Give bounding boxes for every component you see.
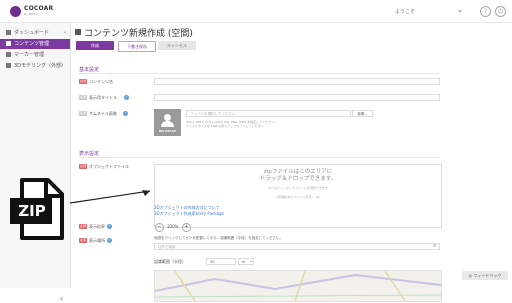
dropzone-text: ドラッグ＆ドロップできます。 — [259, 176, 337, 182]
required-badge: 必須 — [79, 79, 87, 84]
sidebar-item-label: コンテンツ管理 — [14, 41, 50, 47]
help-icon[interactable]: ? — [480, 6, 491, 17]
dropzone-format-note: ※同期対象のファイル形式：.zip — [276, 195, 320, 199]
content-name-input[interactable] — [154, 78, 440, 85]
logo-subtext: by SPinno — [24, 12, 39, 16]
required-badge: 必須 — [79, 224, 87, 229]
radius-input[interactable]: 30 — [206, 258, 236, 265]
sidebar-item-3d-modeling[interactable]: 3Dモデリング（外部） — [0, 61, 70, 71]
image-icon — [6, 52, 11, 57]
required-badge: 必須 — [79, 164, 87, 169]
user-menu-chevron-icon[interactable]: ⌄ — [457, 6, 463, 14]
location-hint: 地図をクリックしてピンを配置してから、認識範囲（半径）を指定してください。 — [154, 236, 284, 240]
divider — [78, 73, 440, 74]
no-image-text: NO IMAGE — [158, 129, 177, 133]
sidebar-item-label: 3Dモデリング（外部） — [14, 63, 67, 69]
thumbnail-note-size: ファイルサイズは 1MB 以内でアップロードしてください。 — [186, 124, 267, 128]
thumbnail-file-input[interactable]: ファイルを選択してください... — [186, 110, 351, 117]
content-icon — [75, 29, 81, 35]
zip-file-illustration: ZIP — [8, 178, 68, 240]
top-bar: COCOAR by SPinno ようこそ ⌄ ? ⏻ — [0, 0, 512, 23]
dropzone-subtext: またはクリックしてファイルを選択できます — [268, 186, 328, 190]
divider — [78, 157, 440, 158]
optional-badge: 任意 — [79, 111, 87, 116]
map-roads — [155, 271, 441, 301]
dashboard-icon — [6, 30, 11, 35]
save-draft-button[interactable]: 下書き保存 — [118, 41, 156, 52]
collapse-sidebar-icon[interactable]: ‹ — [60, 294, 63, 303]
logo-text: COCOAR — [24, 5, 54, 12]
display-title-label: 表示用タイトル — [89, 95, 117, 100]
zip-label: ZIP — [18, 202, 46, 220]
sidebar-item-content-management[interactable]: コンテンツ管理 — [0, 39, 70, 49]
display-title-input[interactable] — [154, 94, 440, 101]
sidebar-item-label: ダッシュボード — [14, 30, 50, 36]
section-title-basic: 基本設定 — [79, 67, 100, 73]
cube-icon — [6, 63, 11, 68]
no-image-placeholder: NO IMAGE — [154, 109, 181, 136]
search-icon[interactable]: ⌕ — [433, 242, 436, 250]
dropzone-text: zipファイルはこのエリアに — [263, 169, 333, 175]
sidebar: ダッシュボード ‹ コンテンツ管理 マーカー管理 3Dモデリング（外部） ‹ — [0, 23, 71, 303]
section-title-display: 表示設定 — [79, 151, 100, 157]
address-search-input[interactable]: 住所で検索 — [154, 243, 440, 250]
location-label: 表示場所 — [89, 238, 105, 243]
create-button[interactable]: 作成 — [76, 41, 114, 50]
chevron-down-icon: ⌄ — [249, 258, 254, 264]
sidebar-item-marker-management[interactable]: マーカー管理 — [0, 50, 70, 60]
unity-package-link[interactable]: 3Dオブジェクト作成用Unity Package — [154, 211, 224, 217]
help-icon[interactable]: ? — [107, 238, 112, 243]
power-icon[interactable]: ⏻ — [495, 6, 506, 17]
scale-value: 100% — [167, 224, 179, 229]
scale-label: 表示倍率 — [89, 224, 105, 229]
scale-increase-button[interactable]: + — [182, 223, 191, 232]
sidebar-item-label: マーカー管理 — [14, 52, 45, 58]
browse-button[interactable]: 参照... — [352, 110, 373, 117]
scale-decrease-button[interactable]: − — [155, 223, 164, 232]
chevron-left-icon: ‹ — [64, 30, 66, 36]
page-title: コンテンツ新規作成 (空間) — [84, 29, 193, 39]
sidebar-item-dashboard[interactable]: ダッシュボード ‹ — [0, 28, 70, 38]
welcome-text: ようこそ — [395, 9, 416, 15]
feedback-button[interactable]: ◎ フィードバック — [462, 271, 508, 280]
content-name-label: コンテンツ名 — [89, 79, 113, 84]
object-file-label: オブジェクトファイル — [89, 164, 129, 169]
optional-badge: 任意 — [79, 95, 87, 100]
location-map[interactable] — [154, 270, 442, 302]
zip-dropzone[interactable]: zipファイルはこのエリアに ドラッグ＆ドロップできます。 またはクリックしてフ… — [154, 164, 442, 228]
logo-icon — [10, 6, 21, 17]
cancel-button[interactable]: キャンセル — [158, 41, 196, 50]
help-icon[interactable]: ? — [107, 224, 112, 229]
thumbnail-label: サムネイル画像 — [89, 111, 117, 116]
radius-label: 認識範囲（半径） — [154, 259, 186, 264]
required-badge: 必須 — [79, 238, 87, 243]
main-content: コンテンツ新規作成 (空間) 作成 下書き保存 キャンセル 基本設定 必須 コン… — [71, 23, 512, 302]
arrow-icon — [69, 190, 151, 204]
content-icon — [6, 41, 11, 46]
help-icon[interactable]: ? — [124, 95, 129, 100]
help-icon[interactable]: ? — [123, 111, 128, 116]
